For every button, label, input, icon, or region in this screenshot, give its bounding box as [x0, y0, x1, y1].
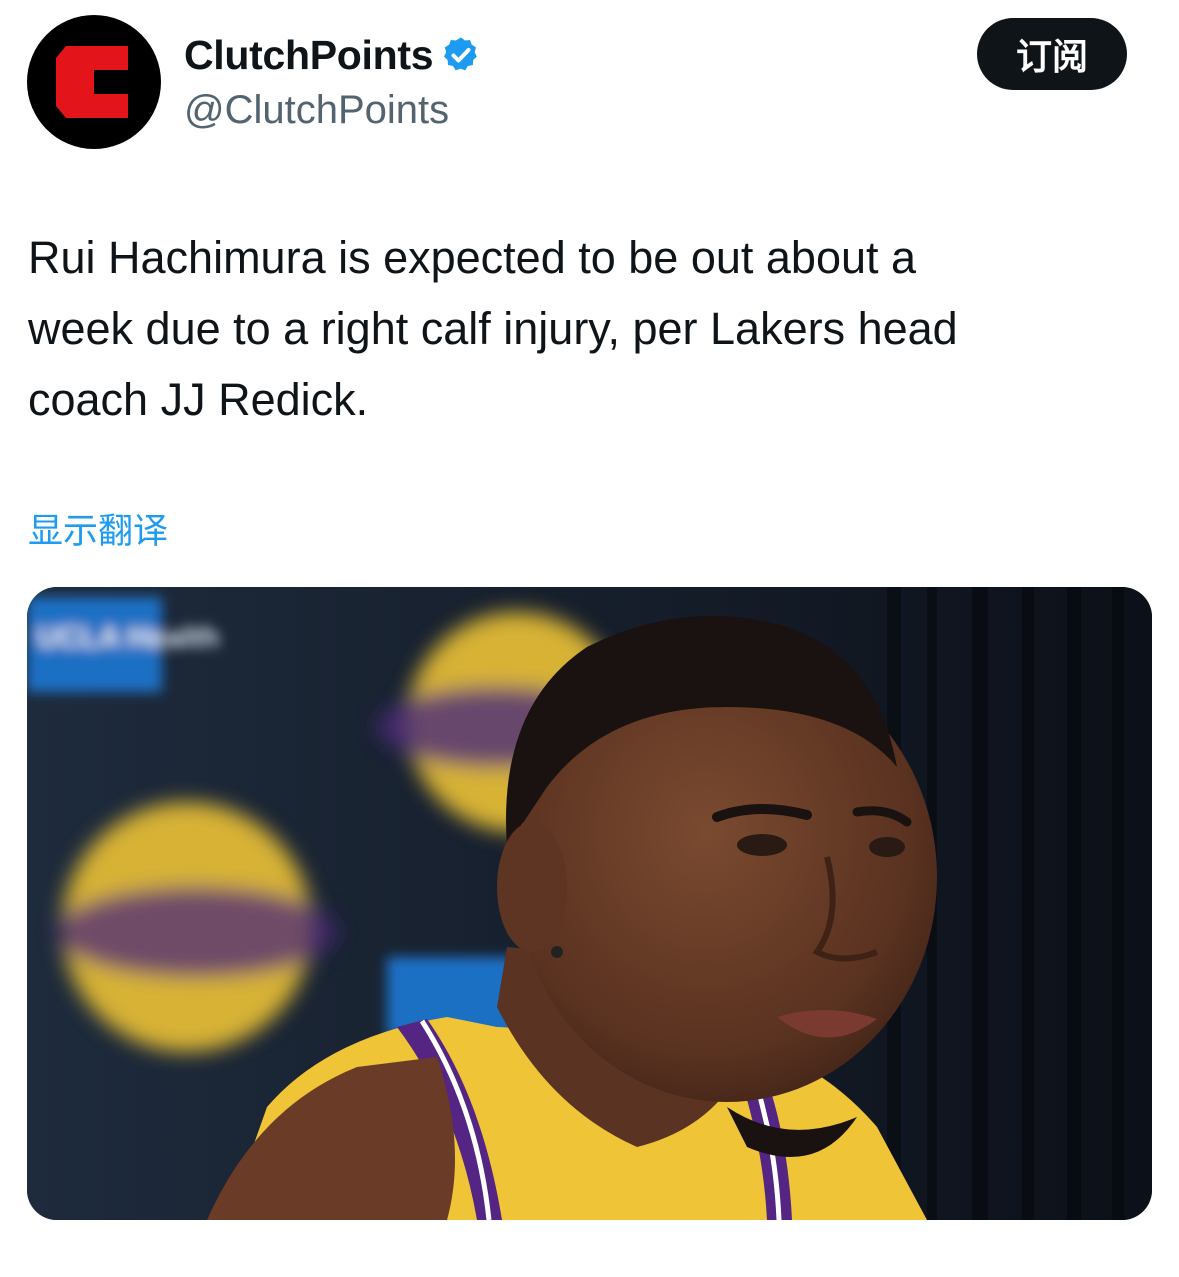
verified-badge-icon — [441, 35, 481, 75]
tweet-text: Rui Hachimura is expected to be out abou… — [28, 232, 958, 425]
clutchpoints-c-logo-icon — [56, 46, 128, 118]
tweet-card: ClutchPoints @ClutchPoints 订阅 Rui Hachim… — [0, 0, 1179, 1277]
tweet-media-image[interactable]: UCLA Health — [27, 587, 1152, 1220]
author-name-row[interactable]: ClutchPoints — [184, 28, 481, 82]
svg-text:UCLA Health: UCLA Health — [37, 621, 219, 654]
show-translation-link[interactable]: 显示翻译 — [28, 508, 168, 556]
subscribe-button[interactable]: 订阅 — [977, 18, 1127, 90]
avatar[interactable] — [27, 15, 161, 149]
author-handle[interactable]: @ClutchPoints — [184, 84, 449, 136]
display-name[interactable]: ClutchPoints — [184, 28, 434, 82]
